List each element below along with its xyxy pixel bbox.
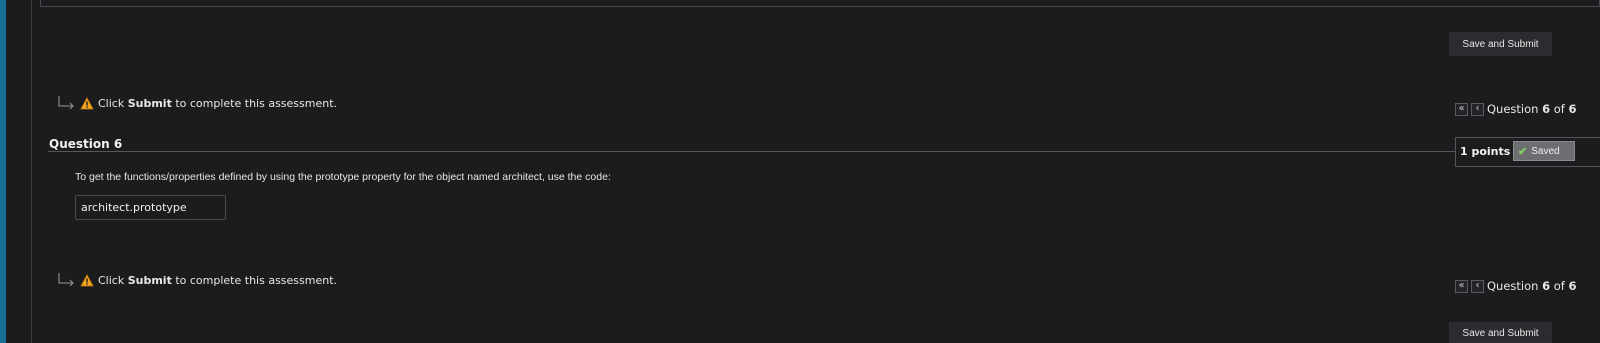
saved-status-badge: ✔ Saved [1513, 141, 1575, 161]
nav-total: 6 [1568, 102, 1577, 116]
warning-icon [80, 273, 94, 286]
answer-field[interactable]: architect.prototype [75, 195, 226, 220]
hint-action: Submit [127, 96, 172, 110]
save-submit-button-top[interactable]: Save and Submit [1449, 32, 1552, 56]
saved-label: Saved [1531, 145, 1560, 157]
hint-suffix: to complete this assessment. [175, 273, 338, 287]
nav-label: Question [1487, 102, 1539, 116]
chevron-left-icon[interactable]: ‹ [1471, 279, 1484, 293]
elbow-arrow-icon [58, 96, 74, 110]
nav-label: Question [1487, 279, 1539, 293]
points-box: 1 points ✔ Saved [1455, 137, 1600, 167]
question-title: Question 6 [49, 137, 123, 151]
points-label: 1 points [1460, 145, 1511, 158]
nav-current: 6 [1542, 279, 1551, 293]
nav-of: of [1553, 102, 1565, 116]
hint-suffix: to complete this assessment. [175, 96, 338, 110]
chevron-left-icon[interactable]: ‹ [1471, 102, 1484, 116]
hint-action: Submit [127, 273, 172, 287]
left-accent-bar [0, 0, 6, 343]
question-text: To get the functions/properties defined … [75, 171, 611, 183]
elbow-arrow-icon [58, 273, 74, 287]
question-nav-top: « ‹ Question 6 of 6 [1455, 102, 1577, 116]
warning-icon [80, 96, 94, 109]
previous-question-box [40, 0, 1600, 7]
hint-prefix: Click [98, 273, 125, 287]
hint-prefix: Click [98, 96, 125, 110]
submit-hint-top: Click Submit to complete this assessment… [56, 95, 337, 111]
nav-total: 6 [1568, 279, 1577, 293]
question-header-rule [48, 151, 1456, 152]
left-divider [31, 0, 32, 343]
double-chevron-left-icon[interactable]: « [1455, 279, 1468, 293]
question-nav-bottom: « ‹ Question 6 of 6 [1455, 279, 1577, 293]
nav-of: of [1553, 279, 1565, 293]
nav-current: 6 [1542, 102, 1551, 116]
double-chevron-left-icon[interactable]: « [1455, 102, 1468, 116]
save-submit-button-bottom[interactable]: Save and Submit [1449, 322, 1552, 343]
submit-hint-bottom: Click Submit to complete this assessment… [56, 272, 337, 288]
check-icon: ✔ [1518, 145, 1528, 158]
